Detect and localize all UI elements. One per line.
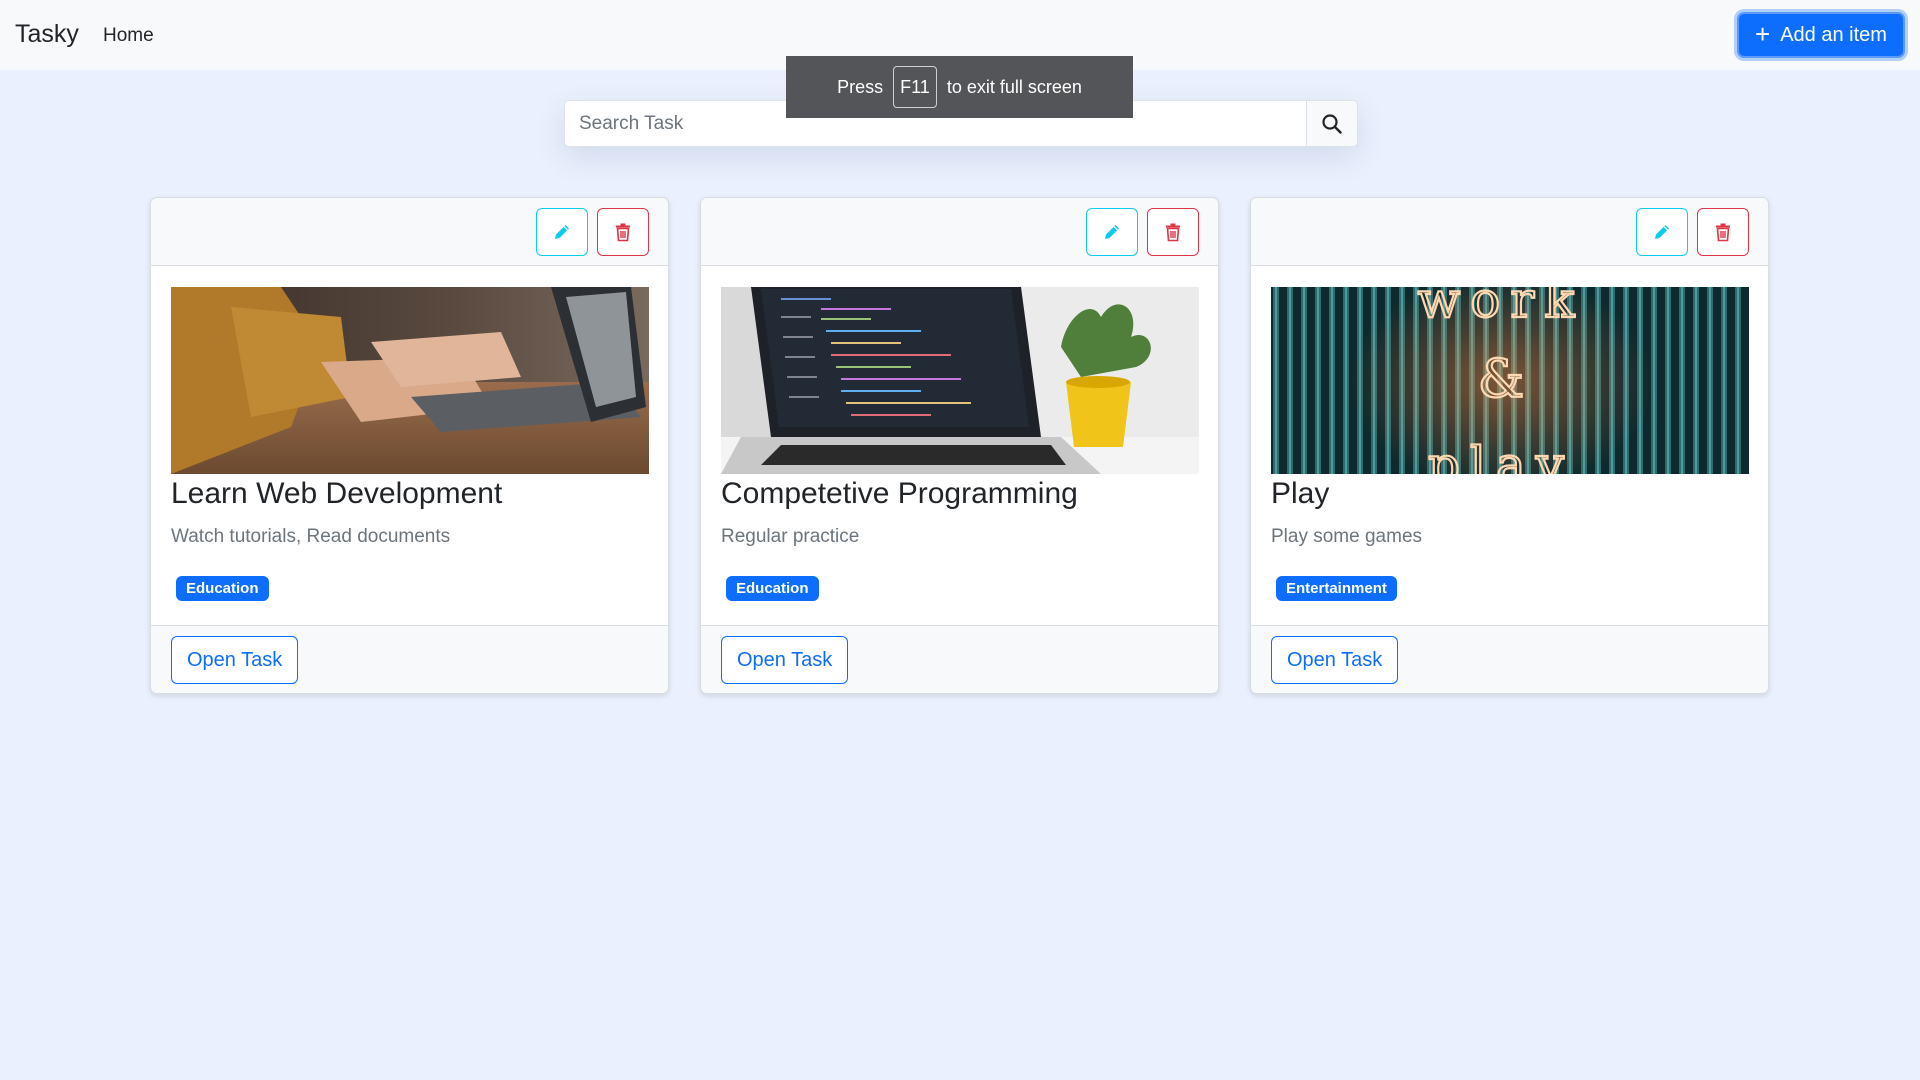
delete-button[interactable] bbox=[1147, 208, 1199, 256]
neon-word-work: work bbox=[1417, 287, 1584, 329]
task-card: Competetive Programming Regular practice… bbox=[700, 197, 1219, 694]
card-description: Regular practice bbox=[721, 526, 860, 547]
card-image-laptop-code bbox=[721, 287, 1199, 474]
nav-home-link[interactable]: Home bbox=[103, 25, 154, 47]
trash-icon bbox=[1166, 223, 1180, 242]
search-icon bbox=[1322, 113, 1342, 134]
brand-logo[interactable]: Tasky bbox=[15, 20, 79, 49]
open-task-button[interactable]: Open Task bbox=[1271, 636, 1399, 684]
fullscreen-press-text: Press bbox=[837, 76, 884, 97]
card-title: Play bbox=[1271, 477, 1330, 510]
plus-icon: + bbox=[1755, 18, 1771, 49]
card-footer: Open Task bbox=[151, 625, 668, 693]
edit-button[interactable] bbox=[1636, 208, 1688, 256]
open-task-button[interactable]: Open Task bbox=[171, 636, 299, 684]
card-image-laptop-typing bbox=[171, 287, 649, 474]
card-description: Play some games bbox=[1271, 526, 1423, 547]
fullscreen-message: to exit full screen bbox=[946, 76, 1082, 97]
neon-word-play: play bbox=[1428, 436, 1574, 474]
task-card: work & play Play Play some games Enterta… bbox=[1250, 197, 1769, 694]
card-title: Competetive Programming bbox=[721, 477, 1078, 510]
card-footer: Open Task bbox=[701, 625, 1218, 693]
trash-icon bbox=[1716, 223, 1730, 242]
pencil-icon bbox=[1655, 225, 1669, 239]
neon-ampersand: & bbox=[1478, 350, 1524, 410]
card-title: Learn Web Development bbox=[171, 477, 503, 510]
fullscreen-notice: Press F11 to exit full screen bbox=[786, 56, 1133, 118]
category-badge: Education bbox=[726, 576, 819, 601]
card-footer: Open Task bbox=[1251, 625, 1768, 693]
pencil-icon bbox=[555, 225, 569, 239]
delete-button[interactable] bbox=[597, 208, 649, 256]
pencil-icon bbox=[1105, 225, 1119, 239]
search-button[interactable] bbox=[1306, 100, 1358, 147]
add-item-label: Add an item bbox=[1780, 23, 1887, 46]
card-image-neon-sign: work & play bbox=[1271, 287, 1749, 474]
card-header bbox=[701, 198, 1218, 266]
edit-button[interactable] bbox=[1086, 208, 1138, 256]
category-badge: Education bbox=[176, 576, 269, 601]
card-header bbox=[1251, 198, 1768, 266]
edit-button[interactable] bbox=[536, 208, 588, 256]
task-card: Learn Web Development Watch tutorials, R… bbox=[150, 197, 669, 694]
card-description: Watch tutorials, Read documents bbox=[171, 526, 451, 547]
add-item-button[interactable]: + Add an item bbox=[1737, 12, 1905, 58]
open-task-button[interactable]: Open Task bbox=[721, 636, 849, 684]
trash-icon bbox=[616, 223, 630, 242]
fullscreen-key: F11 bbox=[893, 66, 937, 108]
delete-button[interactable] bbox=[1697, 208, 1749, 256]
card-header bbox=[151, 198, 668, 266]
category-badge: Entertainment bbox=[1276, 576, 1397, 601]
